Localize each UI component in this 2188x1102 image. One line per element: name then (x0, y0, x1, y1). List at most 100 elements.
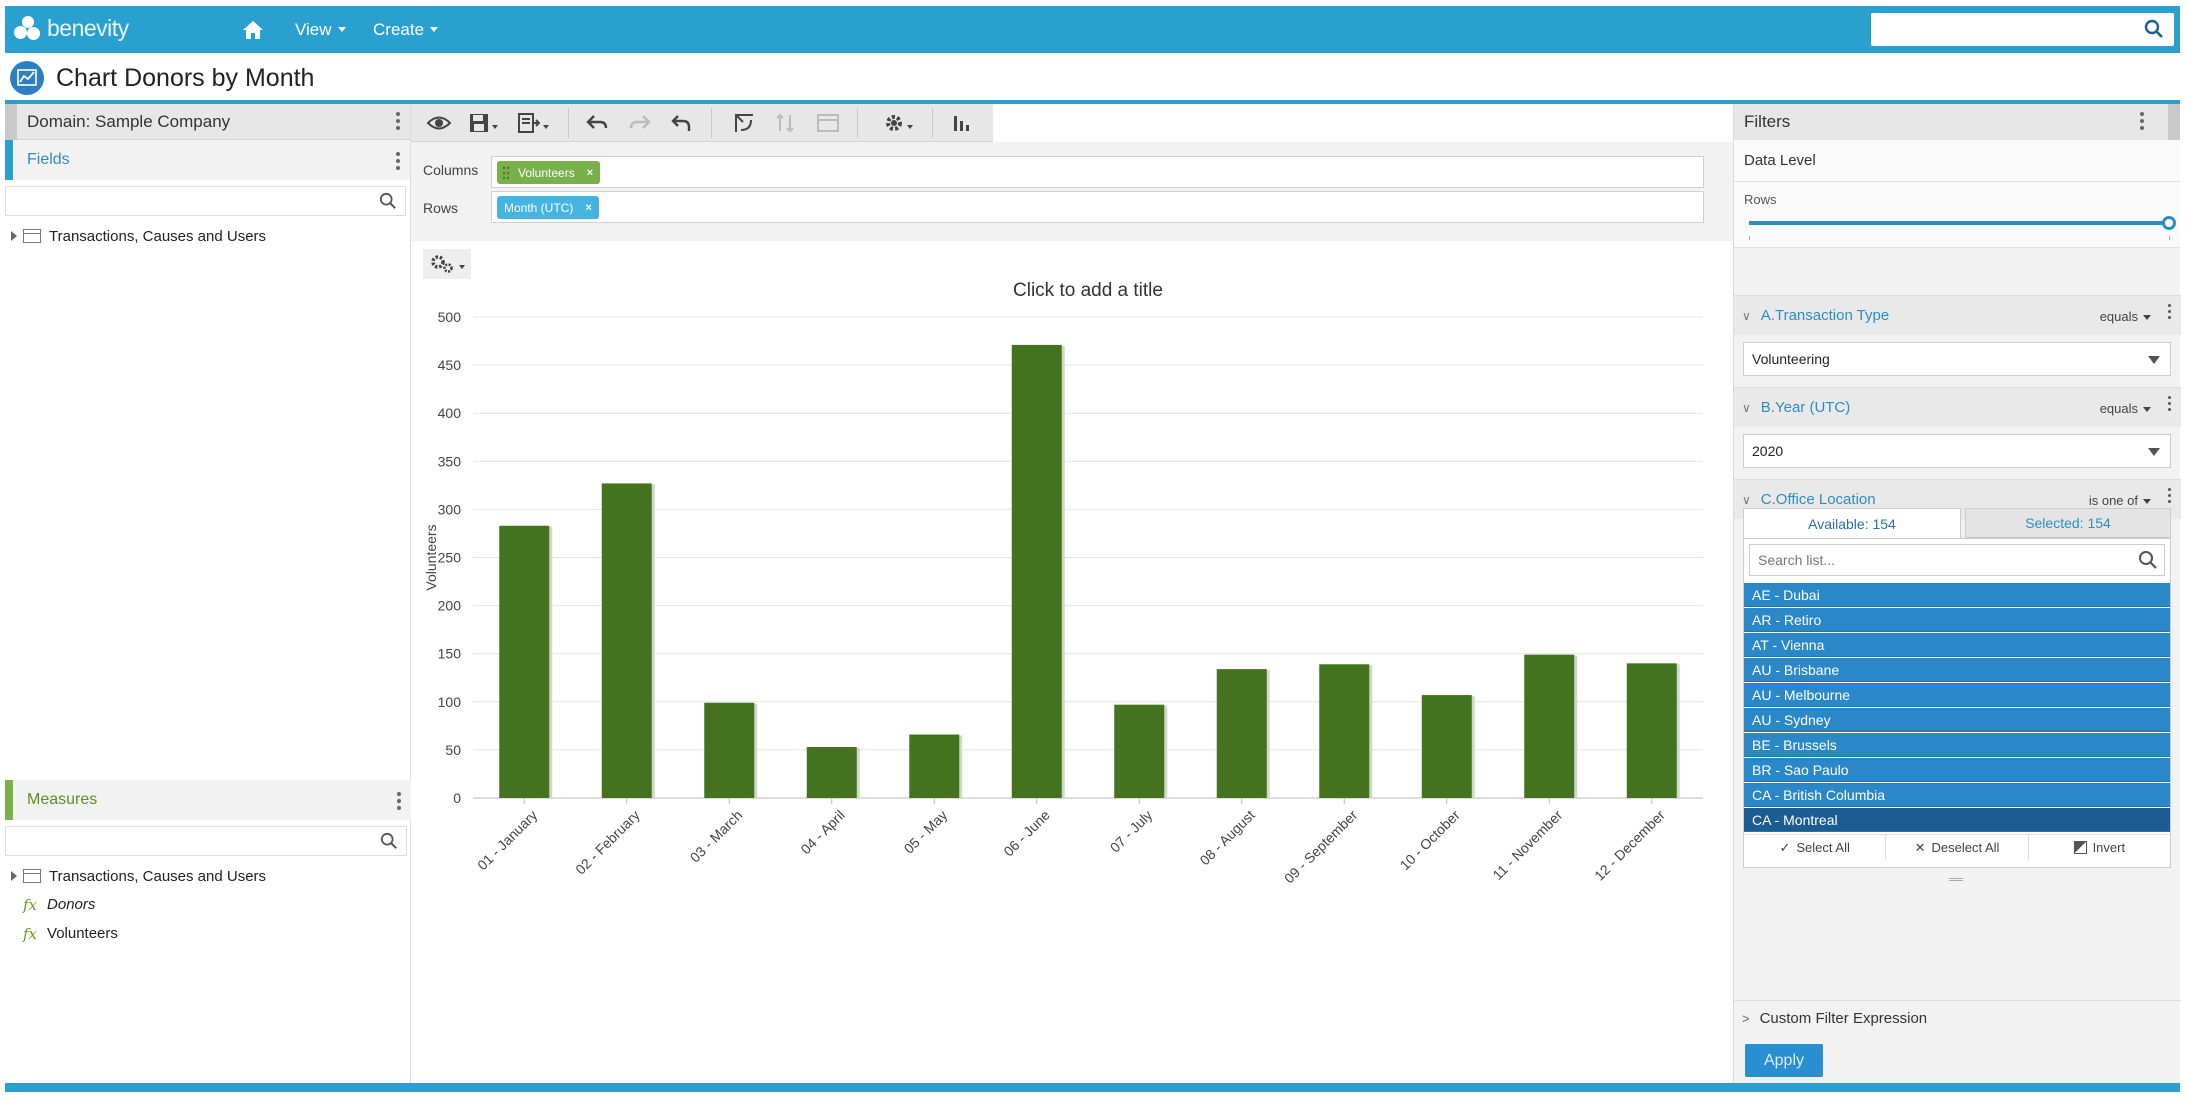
data-level-slider[interactable] (1734, 212, 2180, 248)
multiselect-tabs: Available: 154 Selected: 154 (1743, 508, 2171, 538)
y-tick-label: 500 (438, 309, 462, 325)
search-icon[interactable] (2144, 19, 2164, 39)
filters-menu-icon[interactable] (2140, 112, 2144, 133)
list-search-placeholder: Search list... (1758, 552, 1836, 568)
measure-label: Donors (47, 896, 96, 913)
view-menu[interactable]: View (295, 6, 346, 53)
transaction-type-select[interactable]: Volunteering (1743, 342, 2171, 376)
export-button[interactable] (518, 112, 549, 134)
measures-search-input[interactable] (5, 826, 407, 856)
rows-pill[interactable]: Month (UTC) × (497, 196, 599, 219)
chevron-down-icon (430, 27, 439, 32)
list-item[interactable]: AU - Melbourne (1744, 683, 2170, 707)
expand-arrow-icon[interactable] (11, 871, 17, 881)
create-menu[interactable]: Create (373, 6, 439, 53)
y-tick-label: 400 (438, 405, 462, 421)
select-all-button[interactable]: ✓ Select All (1744, 835, 1887, 860)
drag-handle-icon[interactable] (502, 166, 510, 180)
invert-label: Invert (2092, 840, 2126, 855)
eye-icon (427, 116, 451, 130)
expand-arrow-icon[interactable] (11, 231, 17, 241)
deselect-all-button[interactable]: ✕ Deselect All (1886, 835, 2029, 860)
collapse-left-panel-button[interactable] (5, 104, 17, 140)
deselect-all-label: Deselect All (1931, 840, 2000, 855)
collapse-filters-panel-button[interactable] (2168, 104, 2180, 140)
chart-type-button[interactable] (952, 112, 972, 134)
search-icon[interactable] (380, 832, 398, 850)
chevron-down-icon[interactable]: ∨ (1742, 401, 1751, 415)
domain-header: Domain: Sample Company (5, 104, 410, 140)
y-tick-label: 350 (438, 453, 462, 469)
chevron-down-icon (492, 125, 498, 129)
list-item[interactable]: AE - Dubai (1744, 583, 2170, 607)
redo-button[interactable] (629, 112, 651, 134)
list-item[interactable]: AU - Brisbane (1744, 658, 2170, 682)
preview-button[interactable] (427, 112, 451, 134)
measure-item-volunteers[interactable]: fx Volunteers (5, 919, 407, 948)
remove-pill-icon[interactable]: × (585, 202, 591, 214)
year-select[interactable]: 2020 (1743, 434, 2171, 468)
remove-pill-icon[interactable]: × (587, 167, 593, 179)
home-button[interactable] (242, 6, 264, 53)
list-item[interactable]: CA - Montreal (1744, 808, 2170, 832)
filters-panel: Filters Data Level Rows ∨ A.Transaction … (1733, 104, 2181, 1083)
measure-item-donors[interactable]: fx Donors (5, 890, 407, 919)
bar (1216, 669, 1267, 798)
x-tick-label: 08 - August (1196, 807, 1257, 868)
list-search-input[interactable]: Search list... (1749, 544, 2165, 576)
undo-all-icon (671, 115, 691, 131)
list-item[interactable]: BE - Brussels (1744, 733, 2170, 757)
undo-button[interactable] (586, 112, 608, 134)
tab-selected[interactable]: Selected: 154 (1965, 508, 2171, 538)
domain-menu-icon[interactable] (396, 112, 400, 133)
page-title: Chart Donors by Month (56, 63, 315, 92)
measures-menu-icon[interactable] (397, 792, 401, 813)
fields-menu-icon[interactable] (396, 152, 400, 173)
filter-operator-dropdown[interactable]: equals (2100, 401, 2151, 416)
fields-tree-node[interactable]: Transactions, Causes and Users (5, 222, 410, 250)
measures-tree-node[interactable]: Transactions, Causes and Users (5, 862, 407, 890)
list-item[interactable]: AT - Vienna (1744, 633, 2170, 657)
filter-transaction-type[interactable]: ∨ A.Transaction Type equals (1734, 295, 2181, 335)
save-button[interactable] (469, 112, 498, 134)
filter-operator-dropdown[interactable]: is one of (2089, 493, 2151, 508)
filter-operator-dropdown[interactable]: equals (2100, 309, 2151, 324)
custom-filter-expression[interactable]: > Custom Filter Expression (1734, 1000, 2181, 1036)
list-item[interactable]: AU - Sydney (1744, 708, 2170, 732)
chart-title[interactable]: Click to add a title (1013, 280, 1163, 301)
logo-text: benevity (47, 14, 129, 41)
tab-available[interactable]: Available: 154 (1743, 508, 1961, 538)
table-view-button[interactable] (817, 112, 839, 134)
close-icon: ✕ (1914, 839, 1926, 855)
chevron-down-icon[interactable]: ∨ (1742, 309, 1751, 323)
fields-search-input[interactable] (5, 186, 406, 216)
benevity-logo[interactable]: benevity (12, 14, 129, 42)
undo-all-button[interactable] (671, 112, 693, 134)
settings-button[interactable] (884, 112, 913, 134)
global-search-input[interactable] (1871, 13, 2174, 46)
list-resize-handle[interactable] (1949, 878, 1963, 881)
columns-pill[interactable]: Volunteers × (497, 161, 601, 184)
filter-menu-icon[interactable] (2168, 396, 2171, 414)
search-icon[interactable] (379, 192, 397, 210)
filter-menu-icon[interactable] (2168, 304, 2171, 322)
rows-drop-box[interactable]: Month (UTC) × (491, 191, 1704, 223)
search-icon[interactable] (2138, 550, 2158, 570)
list-item[interactable]: AR - Retiro (1744, 608, 2170, 632)
bar (909, 734, 960, 798)
list-item[interactable]: CA - British Columbia (1744, 783, 2170, 807)
select-all-label: Select All (1796, 840, 1850, 855)
slider-handle[interactable] (2162, 216, 2176, 230)
invert-button[interactable]: Invert (2029, 835, 2170, 860)
columns-drop-box[interactable]: Volunteers × (491, 156, 1704, 188)
sort-button[interactable] (775, 112, 795, 134)
filter-year[interactable]: ∨ B.Year (UTC) equals (1734, 387, 2181, 427)
x-tick-label: 02 - February (572, 807, 643, 878)
pivot-button[interactable] (733, 112, 755, 134)
filter-menu-icon[interactable] (2168, 488, 2171, 506)
chevron-down-icon[interactable]: ∨ (1742, 493, 1751, 507)
dropdown-arrow-icon (2148, 356, 2160, 364)
apply-button[interactable]: Apply (1745, 1044, 1823, 1077)
list-item[interactable]: BR - Sao Paulo (1744, 758, 2170, 782)
chart-options-button[interactable] (423, 249, 471, 279)
